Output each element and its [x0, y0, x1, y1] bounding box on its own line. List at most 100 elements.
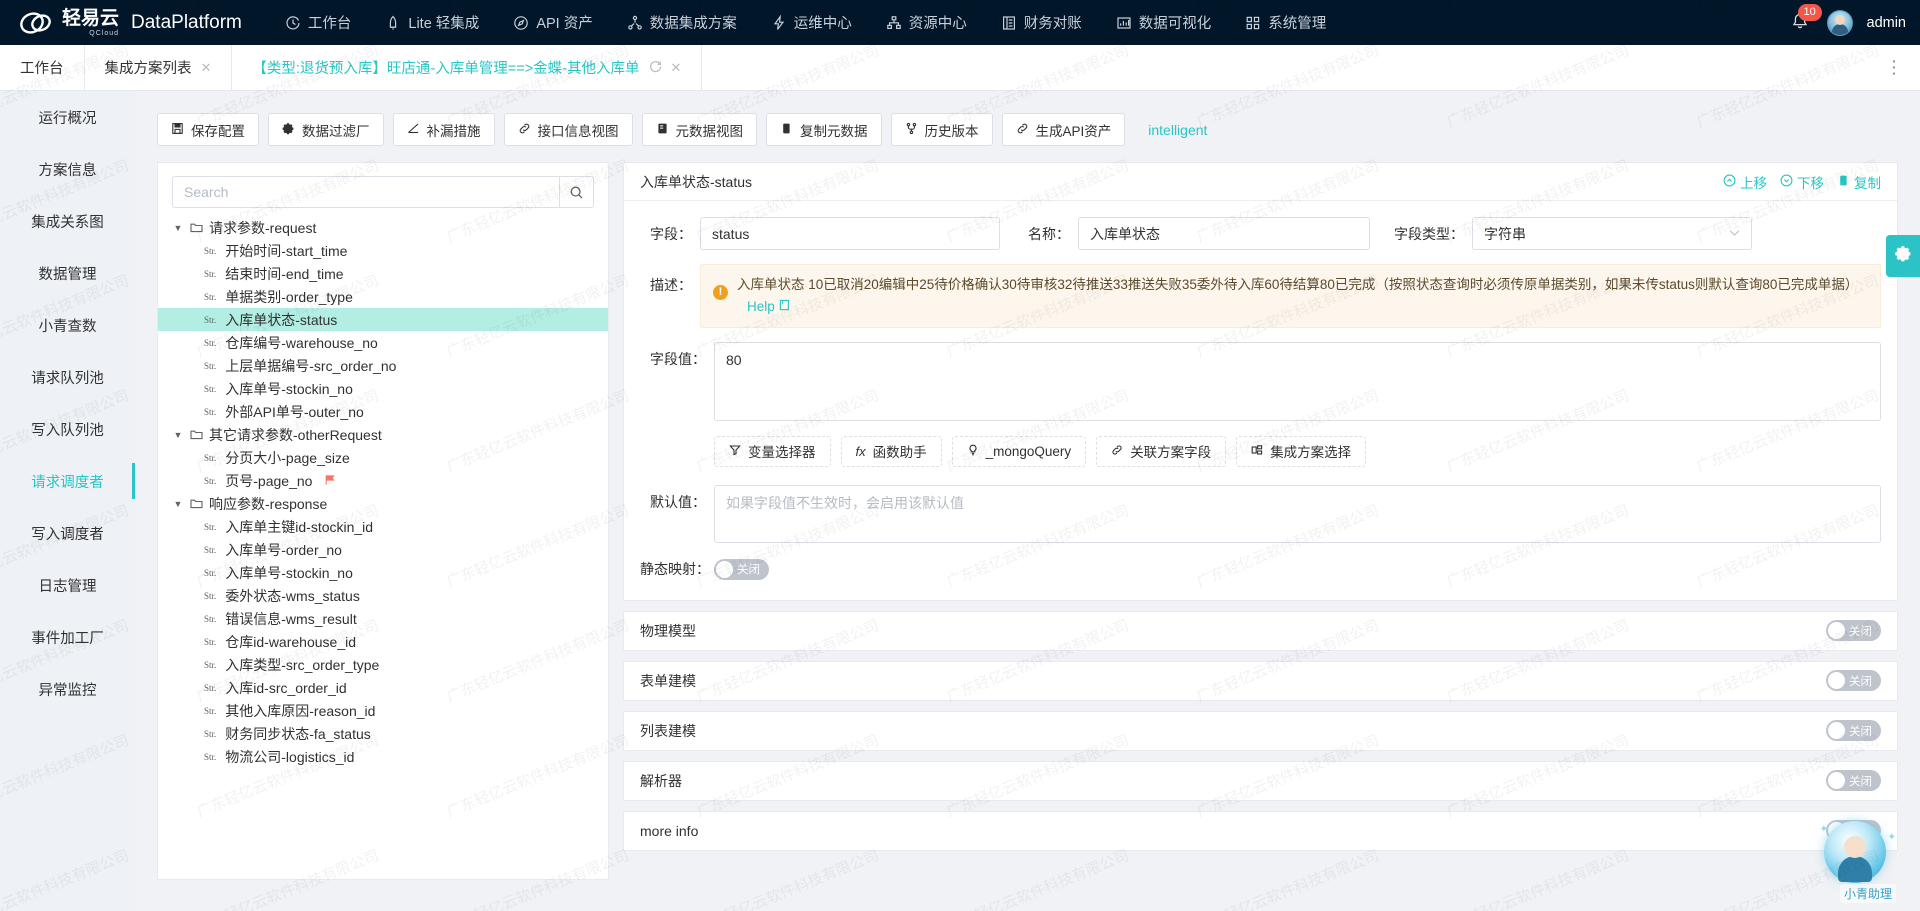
sidebar-item-data-management[interactable]: 数据管理 — [0, 247, 135, 299]
field-name-input[interactable] — [1078, 217, 1370, 250]
generate-api-asset-button[interactable]: 生成API资产 — [1002, 113, 1126, 146]
related-plan-field-button[interactable]: 关联方案字段 — [1096, 436, 1226, 467]
tree-node-src-order-no[interactable]: Str. 上层单据编号-src_order_no — [158, 354, 608, 377]
tree-group-response[interactable]: ▼ 响应参数-response — [158, 492, 608, 515]
tree-group-other-request[interactable]: ▼ 其它请求参数-otherRequest — [158, 423, 608, 446]
move-up-button[interactable]: 上移 — [1723, 172, 1767, 192]
section-form-modeling[interactable]: 表单建模 关闭 — [623, 661, 1898, 701]
chevron-down-icon[interactable]: ▼ — [172, 223, 184, 233]
tree-node-fa-status[interactable]: Str. 财务同步状态-fa_status — [158, 722, 608, 745]
sidebar-item-label: 小青查数 — [39, 315, 97, 336]
notifications-button[interactable]: 10 — [1789, 11, 1813, 35]
sidebar-item-integration-diagram[interactable]: 集成关系图 — [0, 195, 135, 247]
physical-model-toggle[interactable]: 关闭 — [1826, 620, 1881, 641]
nav-item-financial-reconciliation[interactable]: 财务对账 — [984, 0, 1099, 45]
save-config-button[interactable]: 保存配置 — [157, 113, 259, 146]
list-modeling-toggle[interactable]: 关闭 — [1826, 720, 1881, 741]
chevron-down-icon[interactable]: ▼ — [172, 430, 184, 440]
tree-node-outer-no[interactable]: Str. 外部API单号-outer_no — [158, 400, 608, 423]
help-link[interactable]: Help — [747, 299, 790, 314]
tab-stockin-plan[interactable]: 【类型:退货预入库】旺店通-入库单管理==>金蝶-其他入库单 ✕ — [232, 45, 702, 90]
tab-overflow-menu-button[interactable]: ⋮ — [1869, 45, 1920, 90]
tree-node-stockin-id[interactable]: Str. 入库单主键id-stockin_id — [158, 515, 608, 538]
section-parser[interactable]: 解析器 关闭 — [623, 761, 1898, 801]
nav-item-api-assets[interactable]: API 资产 — [496, 0, 609, 45]
tree-node-logistics-id[interactable]: Str. 物流公司-logistics_id — [158, 745, 608, 768]
tree-node-start-time[interactable]: Str. 开始时间-start_time — [158, 239, 608, 262]
tree-node-status[interactable]: Str. 入库单状态-status — [158, 308, 608, 331]
nav-item-system-management[interactable]: 系统管理 — [1228, 0, 1343, 45]
metadata-view-button[interactable]: 元数据视图 — [642, 113, 758, 146]
tree-node-warehouse-no[interactable]: Str. 仓库编号-warehouse_no — [158, 331, 608, 354]
tab-integration-plan-list[interactable]: 集成方案列表 ✕ — [85, 45, 233, 90]
section-physical-model[interactable]: 物理模型 关闭 — [623, 611, 1898, 651]
sidebar-item-request-queue-pool[interactable]: 请求队列池 — [0, 351, 135, 403]
section-label: 列表建模 — [640, 721, 696, 741]
refresh-icon[interactable] — [649, 60, 662, 76]
tree-node-page-no[interactable]: Str. 页号-page_no — [158, 469, 608, 492]
tab-workbench[interactable]: 工作台 — [0, 45, 85, 90]
search-input[interactable] — [173, 184, 559, 200]
sidebar-item-exception-monitor[interactable]: 异常监控 — [0, 663, 135, 715]
search-icon[interactable] — [559, 176, 593, 208]
tree-node-reason-id[interactable]: Str. 其他入库原因-reason_id — [158, 699, 608, 722]
nav-item-resource-center[interactable]: 资源中心 — [869, 0, 984, 45]
nav-item-lite-integration[interactable]: Lite 轻集成 — [368, 0, 496, 45]
chevron-down-icon[interactable]: ▼ — [172, 499, 184, 509]
sidebar-item-xiaoqing-query[interactable]: 小青查数 — [0, 299, 135, 351]
data-filter-button[interactable]: 数据过滤厂 — [268, 113, 384, 146]
sidebar-item-event-factory[interactable]: 事件加工厂 — [0, 611, 135, 663]
assistant-avatar[interactable] — [1824, 821, 1886, 883]
brand-logo[interactable]: 轻易云 QCloud DataPlatform — [0, 8, 242, 38]
sidebar-item-log-management[interactable]: 日志管理 — [0, 559, 135, 611]
nav-item-data-integration-plan[interactable]: 数据集成方案 — [610, 0, 754, 45]
sidebar-item-write-queue-pool[interactable]: 写入队列池 — [0, 403, 135, 455]
tree-node-order-type[interactable]: Str. 单据类别-order_type — [158, 285, 608, 308]
close-icon[interactable]: ✕ — [671, 60, 682, 76]
settings-drawer-handle[interactable] — [1886, 235, 1920, 277]
assistant-widget[interactable]: ✦ ✦ 小青助理 — [1782, 810, 1902, 905]
function-helper-button[interactable]: fx 函数助手 — [841, 436, 942, 467]
tree-node-page-size[interactable]: Str. 分页大小-page_size — [158, 446, 608, 469]
field-type-select[interactable]: 字符串 — [1472, 217, 1752, 250]
tree-group-request[interactable]: ▼ 请求参数-request — [158, 216, 608, 239]
sidebar-item-plan-info[interactable]: 方案信息 — [0, 143, 135, 195]
tree-node-response-stockin-no[interactable]: Str. 入库单号-stockin_no — [158, 561, 608, 584]
username-label[interactable]: admin — [1867, 15, 1907, 31]
section-list-modeling[interactable]: 列表建模 关闭 — [623, 711, 1898, 751]
mongo-query-button[interactable]: _mongoQuery — [952, 436, 1087, 467]
close-icon[interactable]: ✕ — [201, 60, 212, 76]
search-box[interactable] — [172, 176, 594, 208]
form-modeling-toggle[interactable]: 关闭 — [1826, 670, 1881, 691]
tree-node-src-order-id[interactable]: Str. 入库id-src_order_id — [158, 676, 608, 699]
tree-node-end-time[interactable]: Str. 结束时间-end_time — [158, 262, 608, 285]
tree-node-wms-result[interactable]: Str. 错误信息-wms_result — [158, 607, 608, 630]
history-version-button[interactable]: 历史版本 — [891, 113, 993, 146]
sidebar-item-run-overview[interactable]: 运行概况 — [0, 91, 135, 143]
variable-selector-button[interactable]: 变量选择器 — [714, 436, 831, 467]
tree-node-wms-status[interactable]: Str. 委外状态-wms_status — [158, 584, 608, 607]
copy-metadata-button[interactable]: 复制元数据 — [766, 113, 882, 146]
interface-info-view-button[interactable]: 接口信息视图 — [504, 113, 633, 146]
field-value-textarea[interactable] — [714, 342, 1881, 421]
sidebar-item-request-scheduler[interactable]: 请求调度者 — [0, 455, 135, 507]
tree-node-src-order-type[interactable]: Str. 入库类型-src_order_type — [158, 653, 608, 676]
parser-toggle[interactable]: 关闭 — [1826, 770, 1881, 791]
nav-item-data-visualization[interactable]: 数据可视化 — [1099, 0, 1229, 45]
tree-node-warehouse-id[interactable]: Str. 仓库id-warehouse_id — [158, 630, 608, 653]
section-more-info[interactable]: more info 关闭 — [623, 811, 1898, 851]
default-value-textarea[interactable] — [714, 485, 1881, 543]
move-down-button[interactable]: 下移 — [1780, 172, 1824, 192]
nav-item-workbench[interactable]: 工作台 — [268, 0, 369, 45]
sidebar-item-write-scheduler[interactable]: 写入调度者 — [0, 507, 135, 559]
nav-item-ops-center[interactable]: 运维中心 — [754, 0, 869, 45]
field-code-input[interactable] — [700, 217, 1000, 250]
avatar[interactable] — [1827, 10, 1853, 36]
tree-node-order-no[interactable]: Str. 入库单号-order_no — [158, 538, 608, 561]
static-mapping-toggle[interactable]: 关闭 — [714, 559, 769, 580]
leak-fix-button[interactable]: 补漏措施 — [393, 113, 495, 146]
tree-node-stockin-no[interactable]: Str. 入库单号-stockin_no — [158, 377, 608, 400]
intelligent-link[interactable]: intelligent — [1148, 122, 1207, 138]
integration-plan-select-button[interactable]: 集成方案选择 — [1236, 436, 1366, 467]
copy-field-button[interactable]: 复制 — [1837, 172, 1881, 192]
